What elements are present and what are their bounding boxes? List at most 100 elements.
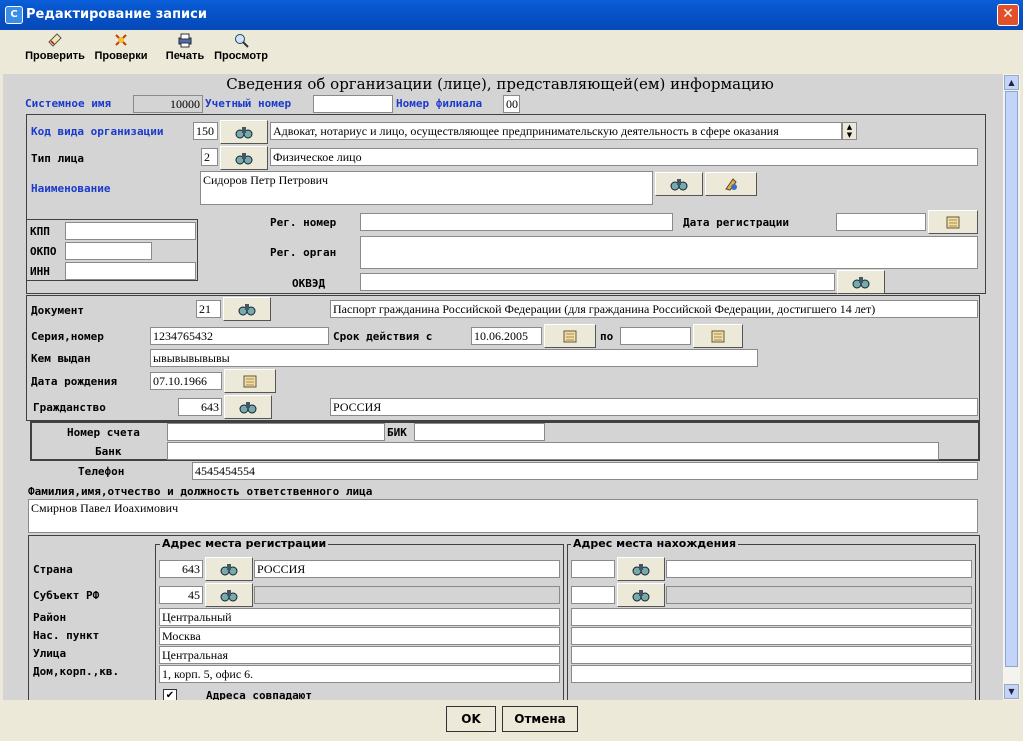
inn-input[interactable]: [65, 262, 196, 280]
series-input[interactable]: 1234765432: [150, 327, 329, 345]
org-kind-text-field[interactable]: Адвокат, нотариус и лицо, осуществляющее…: [270, 122, 842, 140]
org-kind-code-input[interactable]: 150: [193, 122, 218, 140]
citizenship-code-input[interactable]: 643: [178, 398, 222, 416]
print-button[interactable]: Печать: [160, 32, 210, 70]
form-heading: Сведения об организации (лице), представ…: [226, 75, 774, 93]
preview-label: Просмотр: [214, 50, 268, 62]
bik-input[interactable]: [414, 423, 545, 441]
loc-house-input[interactable]: [571, 665, 972, 683]
loc-country-text-field[interactable]: [666, 560, 972, 578]
reg-country-code-input[interactable]: 643: [159, 560, 203, 578]
document-text-field[interactable]: Паспорт гражданина Российской Федерации …: [330, 300, 978, 318]
person-type-code-input[interactable]: 2: [201, 148, 218, 166]
checks-icon: [115, 34, 127, 46]
reg-subject-lookup-button[interactable]: [205, 583, 253, 607]
locality-label: Нас. пункт: [33, 629, 100, 642]
reg-number-label: Рег. номер: [270, 216, 337, 229]
checks-label: Проверки: [94, 50, 148, 62]
org-kind-spinner[interactable]: ▲ ▼: [842, 122, 857, 140]
check-label: Проверить: [25, 50, 85, 62]
reg-date-calendar-button[interactable]: [928, 210, 978, 234]
reg-district-input[interactable]: Центральный: [159, 608, 560, 626]
bank-input[interactable]: [167, 442, 939, 460]
okved-lookup-button[interactable]: [837, 270, 885, 294]
valid-to-calendar-button[interactable]: [693, 324, 743, 348]
birth-date-calendar-button[interactable]: [224, 369, 276, 393]
scroll-up-icon[interactable]: ▲: [1004, 75, 1019, 90]
scroll-down-icon[interactable]: ▼: [1004, 684, 1019, 699]
okpo-input[interactable]: [65, 242, 152, 260]
kpp-label: КПП: [30, 225, 50, 238]
issued-by-input[interactable]: ывывывывывы: [150, 349, 758, 367]
branch-number-label: Номер филиала: [396, 97, 483, 110]
loc-subject-code-input[interactable]: [571, 586, 615, 604]
kpp-input[interactable]: [65, 222, 196, 240]
binoculars-icon: [235, 153, 253, 165]
loc-locality-input[interactable]: [571, 627, 972, 645]
check-button[interactable]: Проверить: [20, 32, 90, 70]
reg-country-text-field[interactable]: РОССИЯ: [254, 560, 560, 578]
reg-locality-input[interactable]: Москва: [159, 627, 560, 645]
close-icon[interactable]: ✕: [997, 4, 1019, 26]
loc-country-lookup-button[interactable]: [617, 557, 665, 581]
person-type-text-field[interactable]: Физическое лицо: [270, 148, 978, 166]
binoculars-icon: [238, 304, 256, 316]
reg-subject-code-input[interactable]: 45: [159, 586, 203, 604]
reg-country-lookup-button[interactable]: [205, 557, 253, 581]
subject-label: Субъект РФ: [33, 589, 100, 602]
reg-date-input[interactable]: [836, 213, 926, 231]
citizenship-lookup-button[interactable]: [224, 395, 272, 419]
print-label: Печать: [165, 50, 205, 62]
name-lookup-button[interactable]: [655, 172, 703, 196]
org-kind-label: Код вида организации: [31, 125, 164, 138]
citizenship-text-field[interactable]: РОССИЯ: [330, 398, 978, 416]
account-input[interactable]: [167, 423, 385, 441]
account-number-label: Учетный номер: [205, 97, 292, 110]
clear-icon: [725, 178, 737, 191]
name-input[interactable]: Сидоров Петр Петрович: [200, 171, 653, 205]
cancel-button[interactable]: Отмена: [502, 706, 578, 732]
account-number-input[interactable]: [313, 95, 393, 113]
responsible-input[interactable]: Смирнов Павел Иоахимович: [28, 499, 978, 533]
okved-input[interactable]: [360, 273, 835, 291]
reg-number-input[interactable]: [360, 213, 673, 231]
preview-button[interactable]: Просмотр: [212, 32, 270, 70]
reg-street-input[interactable]: Центральная: [159, 646, 560, 664]
inn-label: ИНН: [30, 265, 50, 278]
scroll-thumb[interactable]: [1005, 91, 1018, 667]
binoculars-icon: [852, 277, 870, 289]
country-label: Страна: [33, 563, 73, 576]
binoculars-icon: [220, 564, 238, 576]
phone-input[interactable]: 4545454554: [192, 462, 978, 480]
document-label: Документ: [31, 304, 84, 317]
window-title: Редактирование записи: [26, 7, 207, 22]
printer-icon: [178, 33, 192, 48]
responsible-label: Фамилия,имя,отчество и должность ответст…: [28, 485, 373, 498]
ok-button[interactable]: OK: [446, 706, 496, 732]
checks-button[interactable]: Проверки: [90, 32, 152, 70]
valid-from-label: Срок действия с: [333, 330, 433, 343]
valid-from-calendar-button[interactable]: [544, 324, 596, 348]
name-clear-button[interactable]: [705, 172, 757, 196]
loc-subject-lookup-button[interactable]: [617, 583, 665, 607]
birth-date-label: Дата рождения: [31, 375, 118, 388]
document-lookup-button[interactable]: [223, 297, 271, 321]
valid-to-label: по: [600, 330, 614, 343]
branch-number-input[interactable]: 00: [503, 95, 520, 113]
valid-from-input[interactable]: 10.06.2005: [471, 327, 542, 345]
birth-date-input[interactable]: 07.10.1966: [150, 372, 222, 390]
org-kind-lookup-button[interactable]: [220, 120, 268, 144]
street-label: Улица: [33, 647, 67, 660]
reg-organ-input[interactable]: [360, 236, 978, 269]
loc-country-code-input[interactable]: [571, 560, 615, 578]
valid-to-input[interactable]: [620, 327, 691, 345]
reg-organ-label: Рег. орган: [270, 246, 337, 259]
bank-label: Банк: [95, 445, 122, 458]
reg-subject-text-field: [254, 586, 560, 604]
loc-district-input[interactable]: [571, 608, 972, 626]
binoculars-icon: [670, 179, 688, 191]
loc-street-input[interactable]: [571, 646, 972, 664]
reg-house-input[interactable]: 1, корп. 5, офис 6.: [159, 665, 560, 683]
person-type-lookup-button[interactable]: [220, 146, 268, 170]
document-code-input[interactable]: 21: [196, 300, 221, 318]
